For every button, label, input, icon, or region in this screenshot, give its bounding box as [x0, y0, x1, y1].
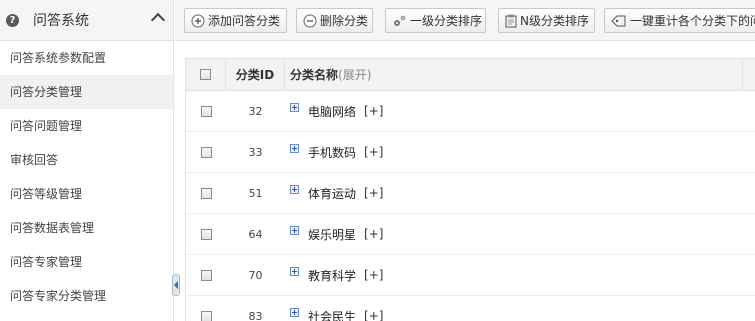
category-id: 33 [248, 145, 263, 159]
clipboard-icon [505, 14, 517, 28]
sidebar-item-expert-manage[interactable]: 问答专家管理 [0, 245, 173, 279]
category-id: 32 [248, 104, 263, 118]
gears-icon [392, 14, 407, 28]
add-subcategory-link[interactable]: [+] [364, 104, 383, 118]
table-row: 70 教育科学 [+] [186, 255, 755, 296]
table-row: 51 体育运动 [+] [186, 173, 755, 214]
category-id: 51 [248, 186, 263, 200]
sidebar-item-params-config[interactable]: 问答系统参数配置 [0, 41, 173, 75]
select-all-cell [186, 59, 226, 90]
recount-categories-button[interactable]: 一键重计各个分类下的问 [604, 8, 755, 33]
sidebar-menu: 问答系统参数配置 问答分类管理 问答问题管理 审核回答 问答等级管理 问答数据表… [0, 41, 173, 313]
header-category-name: 分类名称 (展开) [285, 59, 743, 90]
sidebar-header[interactable]: ? 问答系统 [0, 0, 173, 41]
category-name: 教育科学 [308, 268, 357, 283]
sidebar-item-category-manage[interactable]: 问答分类管理 [0, 75, 173, 109]
expand-icon[interactable] [290, 225, 299, 235]
category-table: 分类ID 分类名称 (展开) 32 电脑网络 [+] 33 手机数码 [+] 5… [185, 58, 755, 321]
plus-circle-icon [191, 14, 205, 28]
table-row: 33 手机数码 [+] [186, 132, 755, 173]
sidebar-item-expert-category-manage[interactable]: 问答专家分类管理 [0, 279, 173, 313]
header-category-id: 分类ID [226, 59, 285, 90]
add-subcategory-link[interactable]: [+] [364, 145, 383, 159]
toolbar: 添加问答分类 删除分类 一级分类排序 N级分类排序 一键重计各个分类下的问 [175, 0, 755, 41]
sidebar-item-level-manage[interactable]: 问答等级管理 [0, 177, 173, 211]
category-name: 娱乐明星 [308, 227, 357, 242]
help-icon: ? [6, 13, 19, 27]
expand-icon[interactable] [290, 143, 299, 153]
expand-icon[interactable] [290, 307, 299, 317]
sidebar-item-datatable-manage[interactable]: 问答数据表管理 [0, 211, 173, 245]
page: ? 问答系统 问答系统参数配置 问答分类管理 问答问题管理 审核回答 问答等级管… [0, 0, 755, 321]
add-subcategory-link[interactable]: [+] [364, 309, 383, 321]
row-checkbox[interactable] [200, 187, 212, 199]
delete-category-label: 删除分类 [320, 14, 369, 28]
table-row: 64 娱乐明星 [+] [186, 214, 755, 255]
sidebar-collapse-handle[interactable] [172, 274, 180, 296]
table-row: 32 电脑网络 [+] [186, 91, 755, 132]
recount-icon [611, 14, 627, 28]
sidebar: ? 问答系统 问答系统参数配置 问答分类管理 问答问题管理 审核回答 问答等级管… [0, 0, 174, 321]
sort-n-level-button[interactable]: N级分类排序 [498, 8, 595, 33]
sort-top-level-button[interactable]: 一级分类排序 [385, 8, 486, 33]
delete-category-button[interactable]: 删除分类 [296, 8, 373, 33]
sidebar-item-review-answers[interactable]: 审核回答 [0, 143, 173, 177]
row-checkbox[interactable] [200, 269, 212, 281]
recount-categories-label: 一键重计各个分类下的问 [630, 14, 755, 28]
sort-top-level-label: 一级分类排序 [410, 14, 483, 28]
table-header: 分类ID 分类名称 (展开) [186, 59, 755, 91]
select-all-checkbox[interactable] [200, 69, 211, 80]
sort-n-level-label: N级分类排序 [520, 14, 589, 28]
row-checkbox[interactable] [200, 105, 212, 117]
row-checkbox[interactable] [200, 228, 212, 240]
sidebar-title: 问答系统 [33, 13, 89, 29]
add-subcategory-link[interactable]: [+] [364, 268, 383, 282]
category-name: 体育运动 [308, 186, 357, 201]
row-checkbox[interactable] [200, 310, 212, 321]
minus-circle-icon [303, 14, 317, 28]
category-name: 社会民生 [308, 309, 357, 321]
header-category-name-label: 分类名称 [290, 68, 339, 82]
category-id: 83 [248, 309, 263, 321]
add-category-label: 添加问答分类 [208, 14, 281, 28]
table-row: 83 社会民生 [+] [186, 296, 755, 321]
header-expand-hint[interactable]: (展开) [338, 66, 371, 83]
category-id: 70 [248, 268, 263, 282]
add-subcategory-link[interactable]: [+] [364, 186, 383, 200]
category-id: 64 [248, 227, 263, 241]
add-category-button[interactable]: 添加问答分类 [184, 8, 287, 33]
row-checkbox[interactable] [200, 146, 212, 158]
expand-icon[interactable] [290, 184, 299, 194]
sidebar-item-question-manage[interactable]: 问答问题管理 [0, 109, 173, 143]
category-name: 手机数码 [308, 145, 357, 160]
expand-icon[interactable] [290, 102, 299, 112]
category-name: 电脑网络 [308, 104, 357, 119]
chevron-up-icon[interactable] [150, 12, 166, 28]
expand-icon[interactable] [290, 266, 299, 276]
add-subcategory-link[interactable]: [+] [364, 227, 383, 241]
